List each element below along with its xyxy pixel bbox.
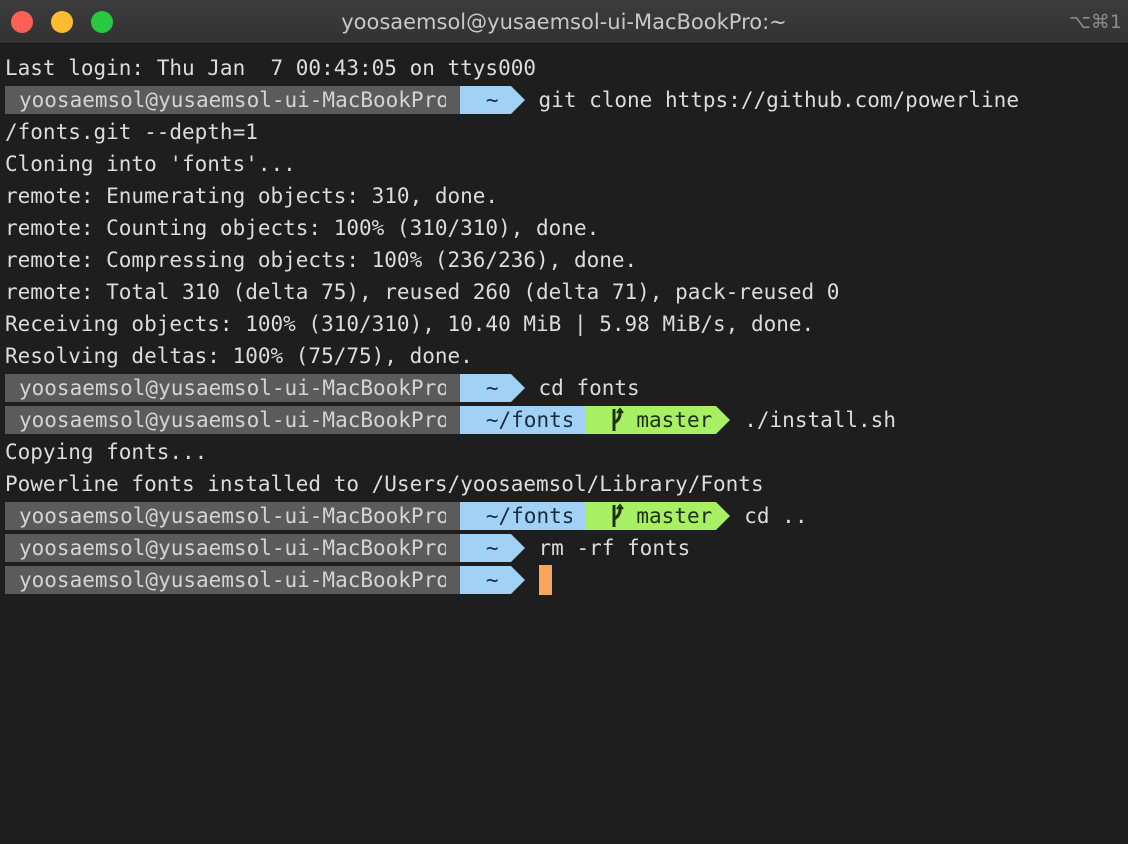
prompt-user-segment: yoosaemsol@yusaemsol-ui-MacBookPro <box>5 502 460 530</box>
prompt-dir-segment: ~ <box>445 86 511 114</box>
prompt-dir-segment: ~ <box>445 566 511 594</box>
output-line: /fonts.git --depth=1 <box>5 120 258 144</box>
prompt-arrow-icon <box>716 406 731 434</box>
prompt-user-segment: yoosaemsol@yusaemsol-ui-MacBookPro <box>5 374 460 402</box>
output-line: Powerline fonts installed to /Users/yoos… <box>5 472 764 496</box>
prompt-user-segment: yoosaemsol@yusaemsol-ui-MacBookPro <box>5 406 460 434</box>
prompt-dir-label: ~/fonts <box>485 504 575 528</box>
git-branch-icon <box>612 407 625 431</box>
prompt-line: yoosaemsol@yusaemsol-ui-MacBookPro ~ rm … <box>5 532 1128 564</box>
output-line: Resolving deltas: 100% (75/75), done. <box>5 344 473 368</box>
prompt-arrow-icon <box>510 534 525 562</box>
prompt-branch-label: master <box>636 408 713 432</box>
prompt-dir-label: ~ <box>485 376 499 400</box>
prompt-dir-label: ~ <box>485 536 499 560</box>
git-branch-icon <box>612 503 625 527</box>
prompt-dir-label: ~ <box>485 88 499 112</box>
prompt-line: yoosaemsol@yusaemsol-ui-MacBookPro ~ git… <box>5 84 1128 116</box>
prompt-line: yoosaemsol@yusaemsol-ui-MacBookPro ~ cd … <box>5 372 1128 404</box>
prompt-line: yoosaemsol@yusaemsol-ui-MacBookPro ~ <box>5 564 1128 596</box>
prompt-dir-label: ~/fonts <box>485 408 575 432</box>
prompt-arrow-icon <box>716 502 731 530</box>
output-line: remote: Counting objects: 100% (310/310)… <box>5 216 600 240</box>
terminal-output[interactable]: Last login: Thu Jan 7 00:43:05 on ttys00… <box>5 52 1128 832</box>
prompt-line: yoosaemsol@yusaemsol-ui-MacBookPro ~/fon… <box>5 500 1128 532</box>
terminal-window: yoosaemsol@yusaemsol-ui-MacBookPro:~ ⌥⌘1… <box>0 0 1128 844</box>
prompt-arrow-icon <box>510 86 525 114</box>
output-line: Copying fonts... <box>5 440 208 464</box>
output-line: remote: Compressing objects: 100% (236/2… <box>5 248 638 272</box>
window-shortcut: ⌥⌘1 <box>1069 11 1122 33</box>
window-title: yoosaemsol@yusaemsol-ui-MacBookPro:~ <box>341 10 787 34</box>
prompt-dir-label: ~ <box>485 568 499 592</box>
output-line: Receiving objects: 100% (310/310), 10.40… <box>5 312 815 336</box>
prompt-git-segment: master <box>572 502 717 530</box>
output-line: Last login: Thu Jan 7 00:43:05 on ttys00… <box>5 56 537 80</box>
prompt-dir-segment: ~ <box>445 374 511 402</box>
prompt-dir-segment: ~ <box>445 534 511 562</box>
prompt-user-segment: yoosaemsol@yusaemsol-ui-MacBookPro <box>5 534 460 562</box>
output-line: Cloning into 'fonts'... <box>5 152 296 176</box>
prompt-dir-segment: ~/fonts <box>445 406 587 434</box>
prompt-arrow-icon <box>510 566 525 594</box>
text-cursor[interactable] <box>538 565 552 595</box>
prompt-branch-label: master <box>636 504 713 528</box>
command-text: git clone https://github.com/powerline <box>538 88 1019 112</box>
command-text: cd .. <box>744 504 808 528</box>
prompt-user-segment: yoosaemsol@yusaemsol-ui-MacBookPro <box>5 86 460 114</box>
output-line: remote: Total 310 (delta 75), reused 260… <box>5 280 840 304</box>
prompt-dir-segment: ~/fonts <box>445 502 587 530</box>
prompt-git-segment: master <box>572 406 717 434</box>
title-bar[interactable]: yoosaemsol@yusaemsol-ui-MacBookPro:~ ⌥⌘1 <box>0 0 1128 44</box>
command-text: rm -rf fonts <box>538 536 691 560</box>
prompt-line: yoosaemsol@yusaemsol-ui-MacBookPro ~/fon… <box>5 404 1128 436</box>
output-line: remote: Enumerating objects: 310, done. <box>5 184 499 208</box>
prompt-arrow-icon <box>510 374 525 402</box>
prompt-user-segment: yoosaemsol@yusaemsol-ui-MacBookPro <box>5 566 460 594</box>
command-text: ./install.sh <box>744 408 896 432</box>
command-text: cd fonts <box>538 376 640 400</box>
